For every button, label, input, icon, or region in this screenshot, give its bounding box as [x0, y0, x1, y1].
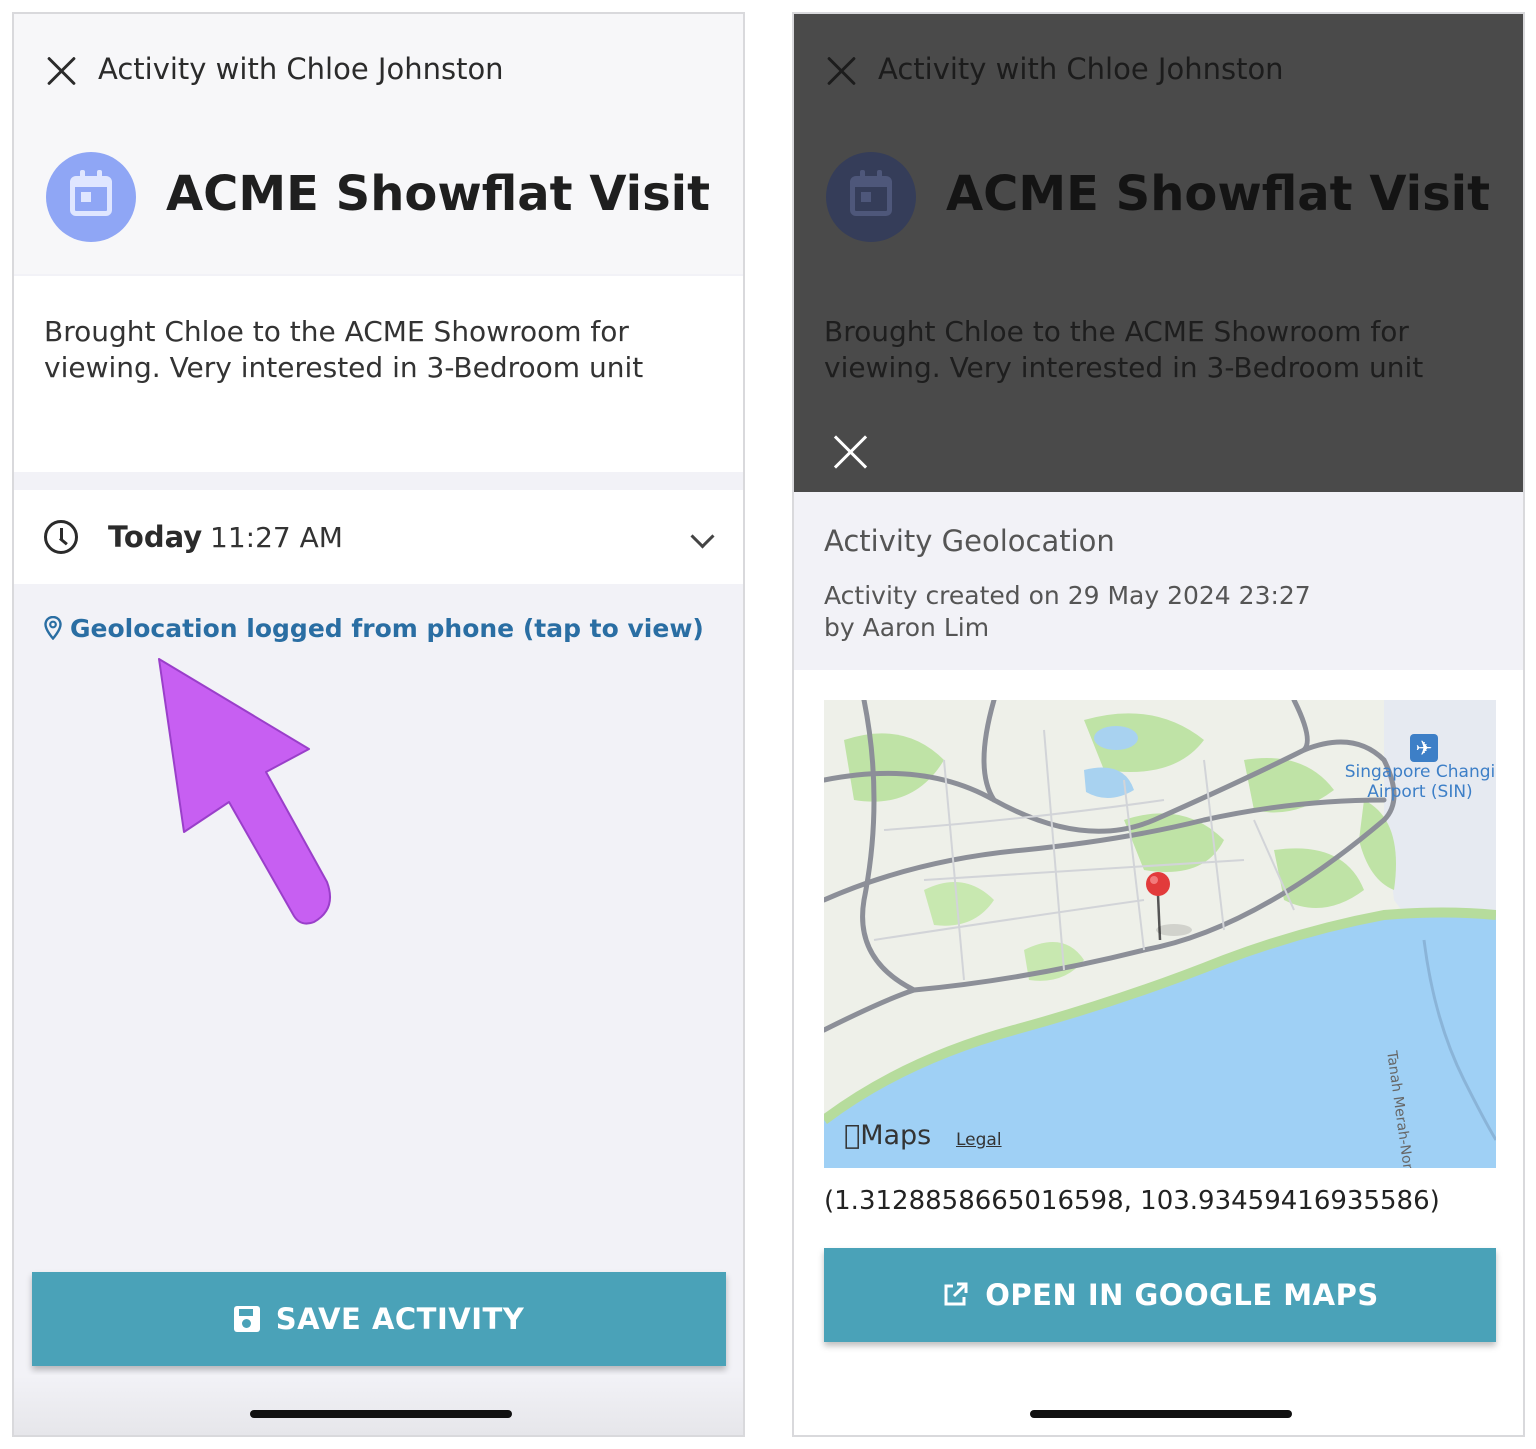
- calendar-icon: [850, 170, 892, 216]
- pointer-arrow-icon: [158, 658, 331, 925]
- map-pin-icon: [44, 616, 62, 640]
- sheet-title: Activity Geolocation: [824, 524, 1115, 558]
- external-link-icon: [944, 1282, 968, 1306]
- notes-text: Brought Chloe to the ACME Showroom for v…: [824, 315, 1424, 384]
- time-selector[interactable]: Today 11:27 AM: [14, 490, 743, 584]
- close-icon[interactable]: [44, 54, 78, 88]
- activity-title: ACME Showflat Visit: [166, 166, 711, 222]
- notes-text: Brought Chloe to the ACME Showroom for v…: [44, 315, 644, 384]
- nav-title: Activity with Chloe Johnston: [878, 52, 1284, 86]
- legal-link[interactable]: Legal: [956, 1130, 1002, 1150]
- activity-avatar: [46, 152, 136, 242]
- coordinates-text: (1.3128858665016598, 103.93459416935586): [824, 1186, 1440, 1216]
- geolocation-link[interactable]: Geolocation logged from phone (tap to vi…: [44, 614, 704, 643]
- airplane-icon: ✈: [1410, 734, 1438, 762]
- home-indicator: [1030, 1410, 1292, 1418]
- time-day: Today: [108, 520, 203, 554]
- bottom-area: [14, 1375, 743, 1435]
- maps-brand: Maps: [844, 1120, 931, 1151]
- calendar-icon: [70, 170, 112, 216]
- close-icon: [824, 54, 858, 88]
- geolocation-header: Activity Geolocation Activity created on…: [794, 492, 1523, 670]
- time-value: 11:27 AM: [210, 521, 343, 554]
- save-activity-label: SAVE ACTIVITY: [275, 1302, 525, 1336]
- save-activity-button[interactable]: SAVE ACTIVITY: [32, 1272, 726, 1366]
- airport-label: Singapore Changi Airport (SIN): [1340, 762, 1496, 802]
- clock-icon: [44, 520, 78, 554]
- floppy-disk-icon: [233, 1306, 260, 1332]
- nav-title: Activity with Chloe Johnston: [98, 52, 504, 86]
- activity-title: ACME Showflat Visit: [946, 166, 1491, 222]
- open-google-maps-label: OPEN IN GOOGLE MAPS: [985, 1278, 1379, 1312]
- geolocation-link-label: Geolocation logged from phone (tap to vi…: [70, 614, 704, 643]
- activity-meta: Activity created on 29 May 2024 23:27 by…: [824, 580, 1311, 644]
- airport-label-line1: Singapore Changi: [1344, 762, 1496, 782]
- airport-label-line2: Airport (SIN): [1367, 782, 1473, 802]
- activity-header: Activity with Chloe Johnston ACME Showfl…: [14, 14, 743, 274]
- close-icon[interactable]: [832, 434, 868, 470]
- activity-screen: Activity with Chloe Johnston ACME Showfl…: [12, 12, 745, 1437]
- dimmed-background: Activity with Chloe Johnston ACME Showfl…: [794, 14, 1523, 492]
- created-line: Activity created on 29 May 2024 23:27: [824, 581, 1311, 610]
- notes-field[interactable]: Brought Chloe to the ACME Showroom for v…: [14, 276, 743, 472]
- by-line: by Aaron Lim: [824, 613, 990, 642]
- home-indicator: [250, 1410, 512, 1418]
- map-view[interactable]: ✈ Singapore Changi Airport (SIN) Tanah M…: [824, 700, 1496, 1168]
- maps-logo: Maps: [844, 1120, 931, 1151]
- open-google-maps-button[interactable]: OPEN IN GOOGLE MAPS: [824, 1248, 1496, 1342]
- chevron-down-icon[interactable]: [690, 524, 715, 549]
- geolocation-sheet-screen: Activity with Chloe Johnston ACME Showfl…: [792, 12, 1525, 1437]
- activity-avatar: [826, 152, 916, 242]
